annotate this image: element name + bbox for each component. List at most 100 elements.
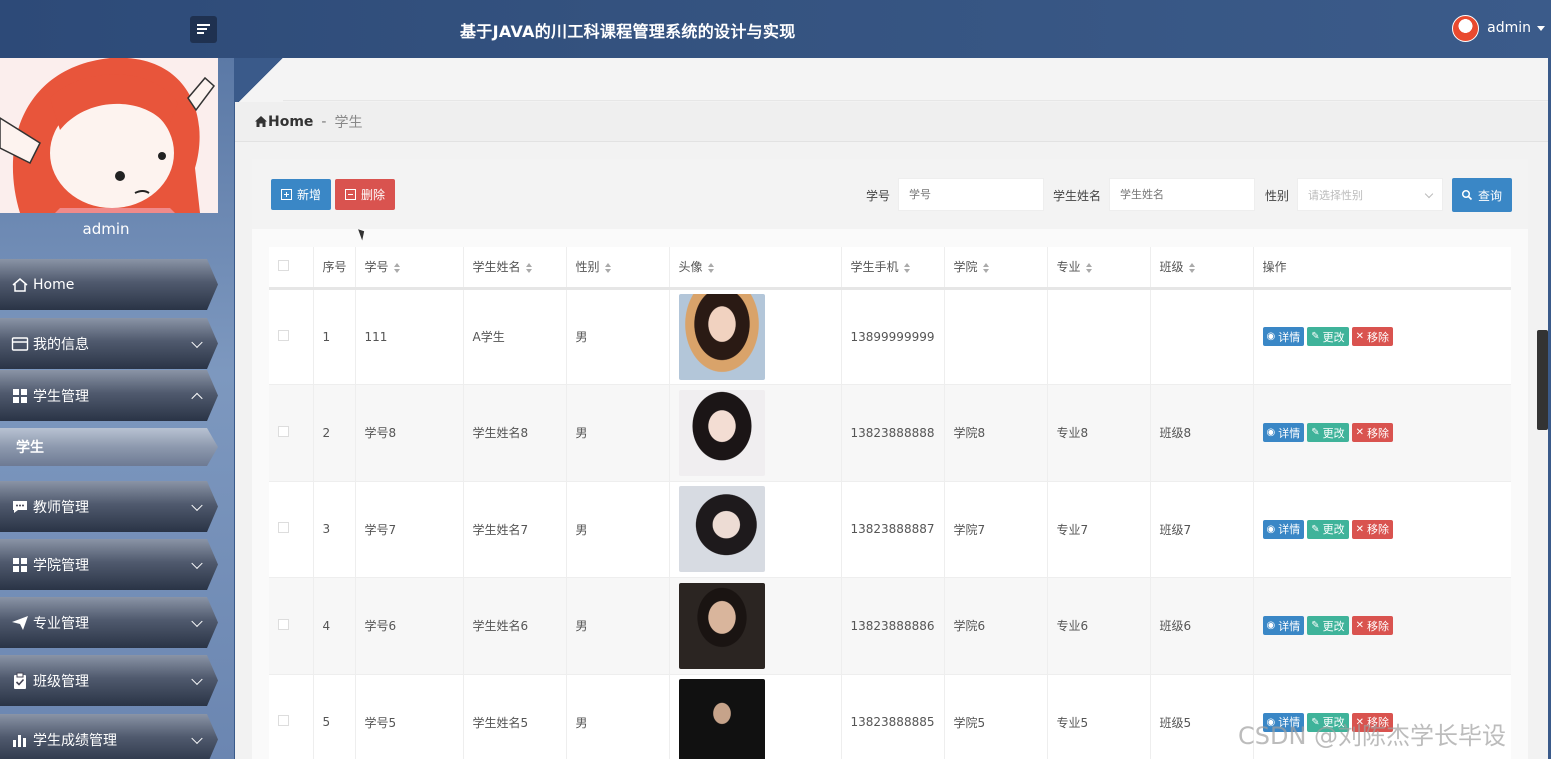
gender-cell: 男 (566, 577, 670, 675)
student-photo (678, 389, 765, 476)
remove-button[interactable]: ✕ 移除 (1351, 519, 1394, 539)
remove-button[interactable]: ✕ 移除 (1351, 423, 1394, 443)
column-header[interactable]: 头像 (669, 247, 842, 290)
remove-button[interactable]: ✕ 移除 (1351, 327, 1394, 347)
sort-icon[interactable] (604, 262, 611, 273)
column-header[interactable]: 学生姓名 (463, 247, 567, 290)
sidebar-item-home[interactable]: Home (0, 259, 218, 310)
select-all-cell[interactable] (269, 247, 314, 290)
detail-button[interactable]: ◉ 详情 (1262, 616, 1305, 636)
student-name-cell: 学生姓名5 (463, 674, 567, 759)
home-icon (255, 116, 267, 127)
student-photo (678, 582, 765, 669)
sidebar-item-score-management[interactable]: 学生成绩管理 (0, 714, 218, 759)
chevron-down-icon (191, 499, 203, 511)
index-cell: 3 (313, 481, 356, 578)
remove-button[interactable]: ✕ 移除 (1351, 616, 1394, 636)
gender-select[interactable]: 请选择性别 (1297, 178, 1443, 211)
detail-button[interactable]: ◉ 详情 (1262, 519, 1305, 539)
column-header[interactable]: 学生手机 (841, 247, 945, 290)
query-button[interactable]: 查询 (1452, 178, 1512, 212)
sidebar-item-label: 学生管理 (33, 388, 89, 405)
actions-cell: ◉ 详情 ✎ 更改 ✕ 移除 (1253, 384, 1511, 482)
chevron-up-icon (191, 392, 203, 404)
major-cell (1047, 288, 1151, 385)
plus-square-icon (281, 189, 292, 200)
column-header[interactable]: 专业 (1047, 247, 1151, 290)
detail-button[interactable]: ◉ 详情 (1262, 327, 1305, 347)
select-all-checkbox[interactable] (278, 259, 289, 271)
sidebar-item-teacher-management[interactable]: 教师管理 (0, 481, 218, 532)
user-menu[interactable]: admin (1452, 14, 1545, 42)
row-checkbox[interactable] (278, 522, 289, 534)
sidebar-item-major-management[interactable]: 专业管理 (0, 597, 218, 648)
phone-cell: 13823888886 (841, 577, 945, 675)
sort-icon[interactable] (982, 262, 989, 273)
sort-icon[interactable] (393, 262, 400, 273)
column-header[interactable]: 性别 (566, 247, 670, 290)
sort-icon[interactable] (903, 262, 910, 273)
avatar (1452, 14, 1480, 42)
sidebar-item-label: Home (33, 276, 75, 293)
edit-button[interactable]: ✎ 更改 (1307, 519, 1349, 539)
close-icon: ✕ (1355, 427, 1365, 439)
row-checkbox[interactable] (278, 329, 289, 341)
row-select-cell[interactable] (269, 384, 314, 482)
student-no-cell: 学号7 (355, 481, 464, 578)
menu-toggle-icon[interactable] (190, 16, 217, 43)
detail-button[interactable]: ◉ 详情 (1262, 423, 1305, 443)
class-cell: 班级6 (1150, 577, 1254, 675)
row-checkbox[interactable] (278, 715, 289, 727)
student-name-cell: 学生姓名8 (463, 384, 567, 482)
sidebar-item-class-management[interactable]: 班级管理 (0, 655, 218, 706)
delete-button[interactable]: 删除 (335, 179, 395, 210)
grid-icon (11, 556, 29, 574)
card-icon (11, 335, 29, 353)
sort-icon[interactable] (1085, 262, 1092, 273)
sidebar-item-student-management[interactable]: 学生管理 (0, 370, 218, 421)
edit-icon: ✎ (1311, 427, 1320, 439)
column-header: 序号 (313, 247, 356, 290)
student-no-cell: 学号8 (355, 384, 464, 482)
row-select-cell[interactable] (269, 481, 314, 578)
breadcrumb-home[interactable]: Home (254, 114, 313, 130)
sidebar-item-my-info[interactable]: 我的信息 (0, 318, 218, 369)
column-header[interactable]: 班级 (1150, 247, 1254, 290)
sidebar-item-label: 学生 (16, 440, 44, 456)
sidebar-item-label: 教师管理 (33, 499, 89, 516)
edit-label: 更改 (1322, 330, 1345, 344)
sort-icon[interactable] (525, 262, 532, 273)
row-checkbox[interactable] (278, 618, 289, 630)
add-button[interactable]: 新增 (271, 179, 331, 210)
table-row: 4 学号6 学生姓名6 男 13823888886 学院6 专业6 班级6 ◉ 详情 ✎ 更改 ✕ 移除 (269, 577, 1511, 675)
column-header[interactable]: 学院 (944, 247, 1048, 290)
row-select-cell[interactable] (269, 674, 314, 759)
edit-icon: ✎ (1311, 523, 1320, 535)
index-cell: 5 (313, 674, 356, 759)
edit-button[interactable]: ✎ 更改 (1307, 616, 1349, 636)
row-checkbox[interactable] (278, 425, 289, 437)
edit-button[interactable]: ✎ 更改 (1307, 327, 1349, 347)
class-cell: 班级7 (1150, 481, 1254, 578)
sort-icon[interactable] (707, 262, 714, 273)
bar-chart-icon (11, 731, 29, 749)
column-header[interactable]: 学号 (355, 247, 464, 290)
page-corner-fold (235, 58, 283, 106)
row-select-cell[interactable] (269, 577, 314, 675)
detail-label: 详情 (1278, 426, 1301, 440)
sort-icon[interactable] (1188, 262, 1195, 273)
student-name-input[interactable] (1109, 178, 1255, 211)
class-cell: 班级8 (1150, 384, 1254, 482)
edit-label: 更改 (1322, 523, 1345, 537)
student-no-input[interactable] (898, 178, 1044, 211)
scrollbar[interactable] (1537, 330, 1548, 430)
edit-button[interactable]: ✎ 更改 (1307, 423, 1349, 443)
profile-image (0, 58, 218, 213)
sidebar-item-college-management[interactable]: 学院管理 (0, 539, 218, 590)
row-select-cell[interactable] (269, 288, 314, 385)
gender-cell: 男 (566, 481, 670, 578)
remove-label: 移除 (1367, 523, 1390, 537)
sidebar-item-student[interactable]: 学生 (0, 428, 218, 466)
app-title: 基于JAVA的川工科课程管理系统的设计与实现 (460, 22, 796, 41)
table-header-row: 序号 学号 学生姓名 性别 头像 学生手机 学院 专业 班级 操作 (269, 247, 1511, 290)
